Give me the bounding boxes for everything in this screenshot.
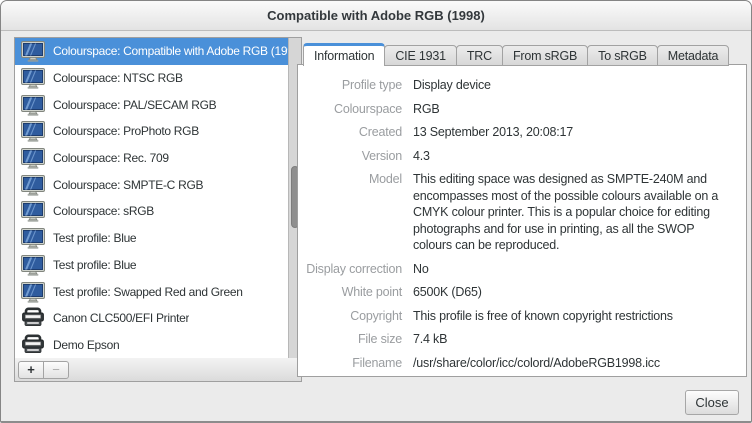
info-value: 6500K (D65) xyxy=(413,284,733,301)
profile-list-item[interactable]: Test profile: Swapped Red and Green xyxy=(15,278,288,305)
profile-list-item-label: Colourspace: SMPTE-C RGB xyxy=(53,178,203,192)
monitor-icon xyxy=(20,281,46,303)
tab-label: From sRGB xyxy=(513,49,577,63)
info-row: File size 7.4 kB xyxy=(298,331,738,348)
close-button[interactable]: Close xyxy=(685,390,739,415)
info-value: 13 September 2013, 20:08:17 xyxy=(413,124,733,141)
titlebar[interactable]: Compatible with Adobe RGB (1998) xyxy=(1,1,751,31)
profile-list-item-label: Test profile: Blue xyxy=(53,231,136,245)
tab-label: TRC xyxy=(467,49,492,63)
monitor-icon xyxy=(20,94,46,116)
profile-list: Colourspace: Compatible with Adobe RGB (… xyxy=(14,37,302,359)
info-label: Colourspace xyxy=(298,101,402,118)
info-row: Filename /usr/share/color/icc/colord/Ado… xyxy=(298,355,738,372)
info-value: RGB xyxy=(413,101,733,118)
info-row: Colourspace RGB xyxy=(298,101,738,118)
tab-label: Information xyxy=(314,49,374,63)
monitor-icon xyxy=(20,40,46,62)
profile-list-item[interactable]: Colourspace: NTSC RGB xyxy=(15,65,288,92)
info-value: This editing space was designed as SMPTE… xyxy=(413,171,733,254)
info-label: White point xyxy=(298,284,402,301)
information-rows: Profile type Display device Colourspace … xyxy=(298,77,738,371)
information-panel: Profile type Display device Colourspace … xyxy=(297,64,747,377)
info-label: File size xyxy=(298,331,402,348)
info-value: Display device xyxy=(413,77,733,94)
profile-list-rows: Colourspace: Compatible with Adobe RGB (… xyxy=(15,38,288,358)
printer-icon xyxy=(20,334,46,356)
profile-list-item[interactable]: Colourspace: Compatible with Adobe RGB (… xyxy=(15,38,288,65)
info-row: Model This editing space was designed as… xyxy=(298,171,738,254)
info-label: Model xyxy=(298,171,402,254)
monitor-icon xyxy=(20,254,46,276)
profile-list-item-label: Canon CLC500/EFI Printer xyxy=(53,311,189,325)
tab-information[interactable]: Information xyxy=(303,43,385,66)
monitor-icon xyxy=(20,174,46,196)
monitor-icon xyxy=(20,227,46,249)
tab-metadata[interactable]: Metadata xyxy=(657,45,730,66)
tab-label: To sRGB xyxy=(598,49,647,63)
profile-list-item-label: Colourspace: sRGB xyxy=(53,204,154,218)
info-value: No xyxy=(413,261,733,278)
profile-list-item-label: Colourspace: Rec. 709 xyxy=(53,151,169,165)
profile-list-item-label: Test profile: Blue xyxy=(53,258,136,272)
info-label: Filename xyxy=(298,355,402,372)
profile-list-item[interactable]: Test profile: Blue xyxy=(15,252,288,279)
monitor-icon xyxy=(20,147,46,169)
profile-list-item-label: Demo Epson xyxy=(53,338,119,352)
monitor-icon xyxy=(20,120,46,142)
info-row: Version 4.3 xyxy=(298,148,738,165)
profile-list-item[interactable]: Colourspace: sRGB xyxy=(15,198,288,225)
info-value: /usr/share/color/icc/colord/AdobeRGB1998… xyxy=(413,355,733,372)
profile-list-item-label: Colourspace: Compatible with Adobe RGB (… xyxy=(53,44,288,58)
profile-list-item[interactable]: Colourspace: ProPhoto RGB xyxy=(15,118,288,145)
profile-list-item-label: Test profile: Swapped Red and Green xyxy=(53,285,243,299)
tab-label: CIE 1931 xyxy=(395,49,446,63)
info-row: Created 13 September 2013, 20:08:17 xyxy=(298,124,738,141)
info-value: This profile is free of known copyright … xyxy=(413,308,733,325)
profile-list-item-label: Colourspace: NTSC RGB xyxy=(53,71,183,85)
profile-list-item[interactable]: Colourspace: PAL/SECAM RGB xyxy=(15,91,288,118)
list-toolbar: + − xyxy=(14,358,302,382)
profile-list-item[interactable]: Canon CLC500/EFI Printer xyxy=(15,305,288,332)
profile-list-item-label: Colourspace: PAL/SECAM RGB xyxy=(53,98,216,112)
tab-from-srgb[interactable]: From sRGB xyxy=(502,45,588,66)
remove-profile-button[interactable]: − xyxy=(43,361,69,379)
monitor-icon xyxy=(20,200,46,222)
info-label: Version xyxy=(298,148,402,165)
window-title: Compatible with Adobe RGB (1998) xyxy=(1,1,751,31)
profile-list-item-label: Colourspace: ProPhoto RGB xyxy=(53,124,199,138)
profile-list-item[interactable]: Colourspace: Rec. 709 xyxy=(15,145,288,172)
monitor-icon xyxy=(20,67,46,89)
info-value: 4.3 xyxy=(413,148,733,165)
info-row: White point 6500K (D65) xyxy=(298,284,738,301)
printer-icon xyxy=(20,307,46,329)
info-label: Profile type xyxy=(298,77,402,94)
info-row: Profile type Display device xyxy=(298,77,738,94)
profile-viewer-window: Compatible with Adobe RGB (1998) Colours… xyxy=(0,0,752,423)
info-row: Copyright This profile is free of known … xyxy=(298,308,738,325)
add-profile-button[interactable]: + xyxy=(18,361,44,379)
info-value: 7.4 kB xyxy=(413,331,733,348)
info-label: Copyright xyxy=(298,308,402,325)
tab-to-srgb[interactable]: To sRGB xyxy=(587,45,658,66)
tab-label: Metadata xyxy=(668,49,719,63)
profile-list-item[interactable]: Test profile: Blue xyxy=(15,225,288,252)
info-label: Display correction xyxy=(298,261,402,278)
info-label: Created xyxy=(298,124,402,141)
tab-bar: Information CIE 1931 TRC From sRGB To sR… xyxy=(303,43,728,66)
info-row: Display correction No xyxy=(298,261,738,278)
tab-trc[interactable]: TRC xyxy=(456,45,503,66)
profile-list-item[interactable]: Colourspace: SMPTE-C RGB xyxy=(15,171,288,198)
profile-list-item[interactable]: Demo Epson xyxy=(15,332,288,358)
tab-cie-1931[interactable]: CIE 1931 xyxy=(384,45,457,66)
